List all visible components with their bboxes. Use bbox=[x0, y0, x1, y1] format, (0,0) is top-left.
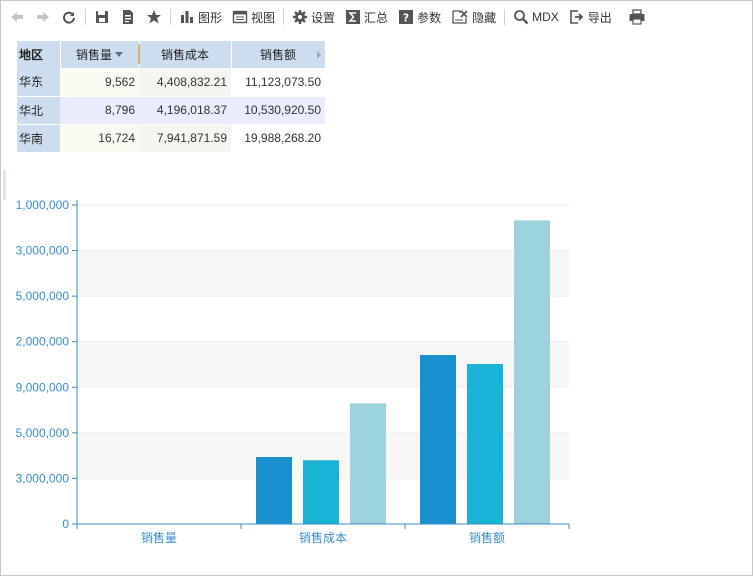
table-cell[interactable]: 19,988,268.20 bbox=[231, 124, 325, 153]
y-axis-ticks: 0 3,000,000 5,000,000 9,000,000 2,000,000 5,0… bbox=[16, 198, 77, 531]
sort-desc-icon[interactable] bbox=[115, 52, 123, 57]
bar[interactable] bbox=[514, 220, 550, 524]
summary-button-label: 汇总 bbox=[364, 10, 389, 25]
table-cell[interactable]: 8,796 bbox=[60, 96, 139, 125]
gear-icon bbox=[292, 9, 308, 25]
y-tick-label: 3,000,000 bbox=[16, 471, 70, 485]
svg-text:?: ? bbox=[403, 12, 409, 25]
forward-button[interactable] bbox=[30, 4, 56, 30]
star-icon bbox=[146, 9, 162, 25]
column-header-cost[interactable]: 销售成本 bbox=[139, 41, 232, 68]
table-cell[interactable]: 4,196,018.37 bbox=[139, 96, 231, 125]
toolbar-separator bbox=[504, 9, 506, 25]
view-button[interactable]: 视图 bbox=[227, 4, 280, 30]
x-tick-label: 销售成本 bbox=[299, 530, 347, 545]
bar[interactable] bbox=[350, 403, 386, 524]
save-button[interactable] bbox=[89, 4, 115, 30]
data-grid: 地区 销售量 销售成本 销售额 华东 9,562 4,408,832.21 11… bbox=[17, 41, 326, 153]
back-button[interactable] bbox=[4, 4, 30, 30]
export-button-label: 导出 bbox=[587, 10, 612, 25]
chart-button-label: 图形 bbox=[198, 10, 223, 25]
column-header-label: 销售额 bbox=[259, 48, 296, 62]
arrow-left-icon bbox=[9, 9, 25, 25]
grid-header-row: 地区 销售量 销售成本 销售额 bbox=[17, 41, 326, 68]
table-row[interactable]: 华北 8,796 4,196,018.37 10,530,920.50 bbox=[17, 96, 325, 125]
arrow-right-icon bbox=[35, 9, 51, 25]
favorite-button[interactable] bbox=[141, 4, 167, 30]
table-cell[interactable]: 16,724 bbox=[60, 124, 139, 153]
save-icon bbox=[94, 9, 110, 25]
print-button[interactable] bbox=[623, 4, 651, 30]
grid-band bbox=[77, 250, 569, 297]
printer-icon bbox=[628, 9, 646, 25]
bar-chart: 0 3,000,000 5,000,000 9,000,000 2,000,000 5,0… bbox=[16, 198, 570, 545]
toolbar-separator bbox=[85, 9, 86, 25]
y-tick-label: 3,000,000 bbox=[16, 244, 70, 258]
summary-button[interactable]: 汇总 bbox=[340, 4, 393, 30]
settings-button-label: 设置 bbox=[311, 10, 336, 25]
y-tick-label: 5,000,000 bbox=[16, 426, 70, 440]
view-icon bbox=[232, 9, 248, 25]
y-tick-label: 1,000,000 bbox=[16, 198, 70, 212]
column-header-revenue[interactable]: 销售额 bbox=[231, 41, 326, 68]
row-header: 华东 bbox=[17, 68, 60, 97]
toolbar-separator bbox=[283, 9, 285, 25]
bar[interactable] bbox=[467, 364, 503, 524]
bar[interactable] bbox=[420, 355, 456, 524]
document-icon bbox=[120, 9, 136, 25]
params-button[interactable]: ? 参数 bbox=[393, 4, 446, 30]
mdx-button[interactable]: MDX bbox=[508, 4, 564, 30]
x-tick-label: 销售量 bbox=[141, 530, 177, 545]
hide-icon bbox=[451, 9, 469, 25]
bar[interactable] bbox=[303, 460, 339, 524]
save-as-button[interactable] bbox=[115, 4, 141, 30]
y-tick-label: 5,000,000 bbox=[16, 289, 70, 303]
chart-button[interactable]: 图形 bbox=[174, 4, 227, 30]
table-cell[interactable]: 10,530,920.50 bbox=[231, 96, 325, 125]
sigma-icon bbox=[345, 9, 361, 25]
table-cell[interactable]: 7,941,871.59 bbox=[139, 124, 231, 153]
x-tick-label: 销售额 bbox=[469, 530, 505, 545]
row-header: 华北 bbox=[17, 96, 60, 125]
column-header-label: 销售成本 bbox=[160, 48, 209, 62]
toolbar: 图形 视图 设置 汇总 ? 参数 隐藏 MDX 导出 bbox=[4, 2, 651, 32]
toolbar-separator bbox=[170, 9, 171, 25]
column-header-quantity[interactable]: 销售量 bbox=[60, 41, 140, 68]
y-tick-label: 0 bbox=[62, 517, 69, 531]
chevron-right-icon[interactable] bbox=[316, 51, 321, 59]
view-button-label: 视图 bbox=[251, 10, 276, 25]
bar-chart-icon bbox=[179, 9, 195, 25]
question-icon: ? bbox=[398, 9, 414, 25]
mdx-button-label: MDX bbox=[532, 10, 559, 24]
table-cell[interactable]: 11,123,073.50 bbox=[231, 68, 325, 97]
settings-button[interactable]: 设置 bbox=[287, 4, 340, 30]
bar[interactable] bbox=[256, 457, 292, 524]
y-tick-label: 2,000,000 bbox=[16, 335, 70, 349]
y-tick-label: 9,000,000 bbox=[16, 380, 70, 394]
table-cell[interactable]: 9,562 bbox=[60, 68, 139, 97]
search-icon bbox=[513, 9, 529, 25]
corner-header: 地区 bbox=[17, 41, 61, 68]
row-header: 华南 bbox=[17, 124, 60, 153]
hide-button-label: 隐藏 bbox=[472, 10, 497, 25]
params-button-label: 参数 bbox=[417, 10, 442, 25]
table-row[interactable]: 华南 16,724 7,941,871.59 19,988,268.20 bbox=[17, 124, 325, 153]
x-axis-ticks: 销售量 销售成本 销售额 bbox=[76, 524, 570, 545]
column-header-label: 销售量 bbox=[75, 48, 112, 62]
table-row[interactable]: 华东 9,562 4,408,832.21 11,123,073.50 bbox=[17, 68, 325, 97]
export-icon bbox=[569, 9, 585, 25]
export-button[interactable]: 导出 bbox=[564, 4, 617, 30]
refresh-icon bbox=[61, 9, 77, 25]
hide-button[interactable]: 隐藏 bbox=[446, 4, 501, 30]
refresh-button[interactable] bbox=[56, 4, 82, 30]
table-cell[interactable]: 4,408,832.21 bbox=[139, 68, 231, 97]
